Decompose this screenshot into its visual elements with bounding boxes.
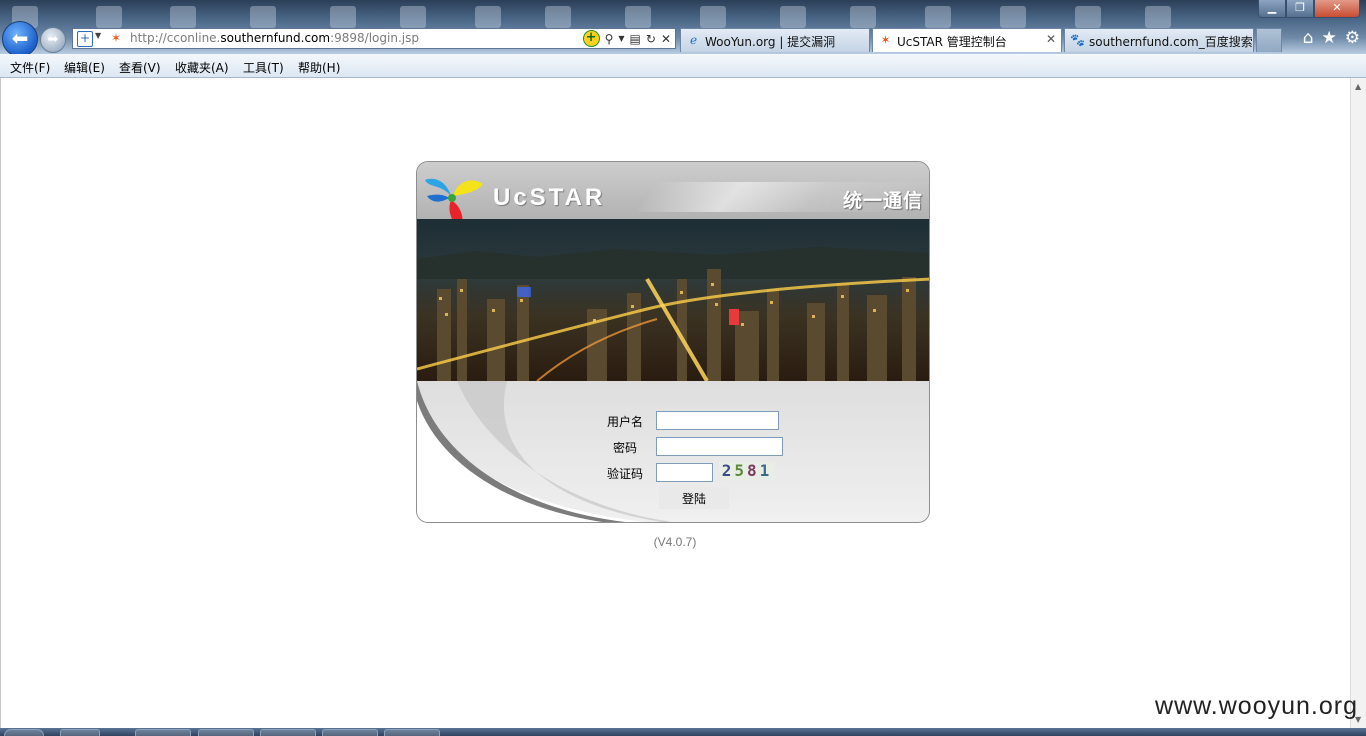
search-icon[interactable]: ⚲	[605, 32, 614, 46]
tab-label: WooYun.org | 提交漏洞	[705, 35, 836, 49]
ucstar-favicon: ✶	[880, 33, 891, 47]
desktop-icon	[625, 6, 651, 28]
version-text: (V4.0.7)	[653, 535, 697, 549]
chevron-down-icon[interactable]: ▼	[95, 31, 101, 40]
username-label: 用户名	[606, 415, 643, 429]
url-host: southernfund.com	[220, 31, 331, 45]
tab-ucstar[interactable]: ✶ UcSTAR 管理控制台 ✕	[872, 28, 1062, 52]
chevron-down-icon[interactable]: ▼	[618, 34, 624, 43]
login-button[interactable]: 登陆	[659, 487, 729, 509]
url-input[interactable]: http://cconline.southernfund.com:9898/lo…	[130, 31, 419, 45]
password-input[interactable]	[656, 437, 783, 456]
taskbar-app[interactable]	[135, 729, 191, 736]
desktop-icon	[700, 6, 726, 28]
captcha-image[interactable]: 2581	[719, 462, 775, 480]
menu-favorites[interactable]: 收藏夹(A)	[175, 59, 229, 76]
slogan: 统一通信	[842, 190, 923, 212]
captcha-digit: 2	[721, 461, 735, 480]
ucstar-favicon: ✶	[111, 31, 122, 45]
arrow-right-icon: ➡	[47, 32, 59, 47]
captcha-digit: 8	[747, 461, 760, 480]
stop-icon[interactable]: ✕	[661, 32, 671, 46]
taskbar-app[interactable]	[384, 729, 440, 736]
desktop-icon	[400, 6, 426, 28]
desktop-icon	[1000, 6, 1026, 28]
menu-help[interactable]: 帮助(H)	[298, 59, 340, 76]
login-header: UcSTAR 统一通信	[417, 162, 929, 230]
compatibility-view-icon[interactable]: +	[77, 31, 93, 47]
vertical-scrollbar[interactable]: ▲ ▼	[1350, 78, 1366, 728]
captcha-digit: 5	[734, 461, 747, 480]
close-window-button[interactable]: ✕	[1314, 0, 1360, 18]
close-tab-icon[interactable]: ✕	[1046, 32, 1056, 46]
minimize-button[interactable]: ▁	[1258, 0, 1286, 18]
ie-page-icon: ℯ	[689, 33, 698, 47]
menu-edit[interactable]: 编辑(E)	[64, 59, 105, 76]
taskbar	[0, 728, 1366, 736]
desktop-icon	[1145, 6, 1171, 28]
desktop-icon	[925, 6, 951, 28]
tab-label: UcSTAR 管理控制台	[897, 35, 1007, 49]
tab-wooyun[interactable]: ℯ WooYun.org | 提交漏洞	[680, 28, 870, 52]
favorites-star-icon[interactable]: ★	[1322, 28, 1337, 48]
login-form: 用户名 密码 验证码 2581 登陆	[417, 381, 929, 522]
maximize-button[interactable]: ❐	[1286, 0, 1314, 18]
menu-tools[interactable]: 工具(T)	[243, 59, 284, 76]
desktop-icon	[330, 6, 356, 28]
login-panel: UcSTAR 统一通信 用户名 密码 验证码 2581 登陆	[416, 161, 930, 523]
refresh-icon[interactable]: ↻	[646, 32, 656, 46]
brand-name: UcSTAR	[493, 184, 606, 211]
tab-label: southernfund.com_百度搜索	[1089, 35, 1253, 49]
desktop-icon	[475, 6, 501, 28]
address-bar[interactable]: + ▼ ✶ http://cconline.southernfund.com:9…	[72, 28, 676, 49]
address-bar-actions: + ⚲ ▼ ▤ ↻ ✕	[582, 30, 671, 47]
window-controls: ▁ ❐ ✕	[1258, 0, 1360, 19]
username-input[interactable]	[656, 411, 779, 430]
desktop-icon	[1075, 6, 1101, 28]
taskbar-app[interactable]	[260, 729, 316, 736]
menu-file[interactable]: 文件(F)	[10, 59, 50, 76]
menu-bar: 文件(F) 编辑(E) 查看(V) 收藏夹(A) 工具(T) 帮助(H)	[0, 54, 1366, 78]
captcha-input[interactable]	[656, 463, 713, 482]
url-suffix: :9898/login.jsp	[330, 31, 419, 45]
baidu-paw-icon: 🐾	[1070, 33, 1085, 47]
password-label: 密码	[612, 441, 637, 455]
home-icon[interactable]: ⌂	[1303, 28, 1314, 48]
menu-view[interactable]: 查看(V)	[119, 59, 161, 76]
captcha-digit: 1	[759, 461, 773, 480]
add-on-icon[interactable]: +	[582, 30, 600, 47]
captcha-label: 验证码	[606, 467, 643, 481]
desktop-icon	[780, 6, 806, 28]
start-button[interactable]	[4, 729, 44, 736]
watermark: www.wooyun.org	[1155, 692, 1358, 720]
url-prefix: http://cconline.	[130, 31, 221, 45]
form-decoration	[417, 381, 671, 522]
new-tab-button[interactable]	[1256, 28, 1282, 52]
arrow-left-icon: ⬅	[11, 26, 29, 50]
desktop-icon	[170, 6, 196, 28]
desktop-icon	[250, 6, 276, 28]
browser-titlebar: ▁ ❐ ✕ ⬅ ➡ + ▼ ✶ http://cconline.southern…	[0, 0, 1366, 57]
scroll-up-icon[interactable]: ▲	[1355, 82, 1361, 91]
desktop-icon	[545, 6, 571, 28]
compat-view-icon[interactable]: ▤	[630, 32, 641, 46]
tab-baidu[interactable]: 🐾 southernfund.com_百度搜索	[1064, 28, 1254, 52]
taskbar-app[interactable]	[322, 729, 378, 736]
browser-toolbar-icons: ⌂ ★ ⚙	[1303, 28, 1360, 48]
back-button[interactable]: ⬅	[2, 21, 38, 57]
forward-button[interactable]: ➡	[40, 27, 66, 53]
taskbar-app[interactable]	[60, 729, 100, 736]
gear-icon[interactable]: ⚙	[1345, 28, 1360, 48]
taskbar-app[interactable]	[198, 729, 254, 736]
desktop-icon	[96, 6, 122, 28]
city-night-banner	[417, 219, 929, 381]
desktop-icon	[850, 6, 876, 28]
